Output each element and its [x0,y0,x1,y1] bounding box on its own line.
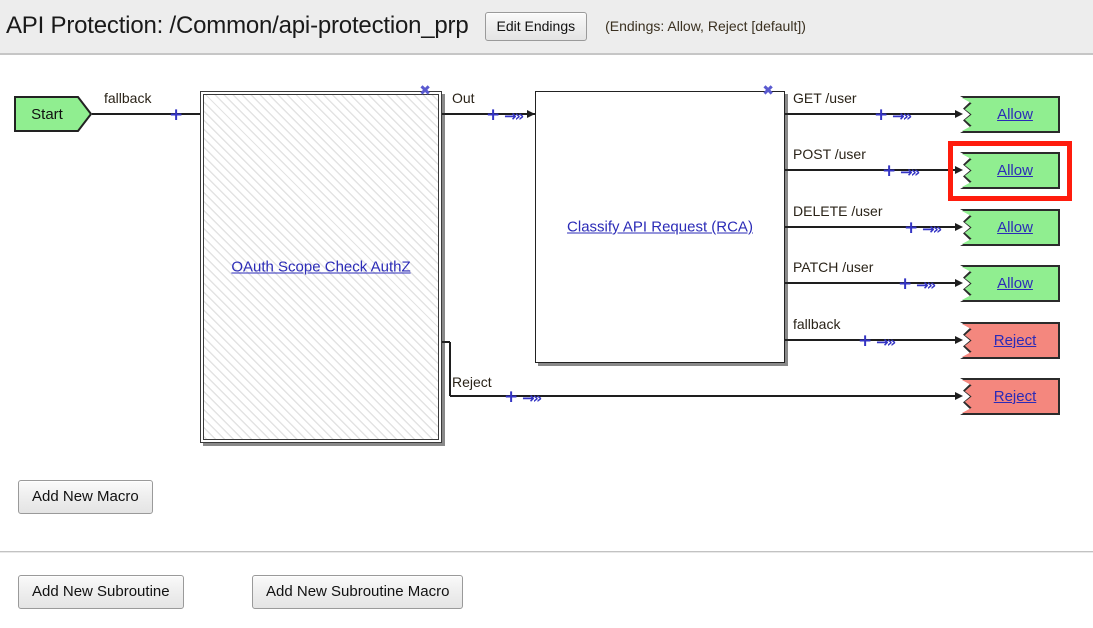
close-icon[interactable]: ✖ [762,84,774,98]
rule-label[interactable]: Classify API Request (RCA) [536,219,784,236]
section-divider [0,551,1093,553]
insert-branch-icon[interactable]: →» [876,335,896,350]
header-row: API Protection: /Common/api-protection_p… [0,0,1093,52]
wire-label-delete-user: DELETE /user [793,203,883,219]
start-node-label: Start [31,105,63,123]
add-node-icon[interactable]: + [904,220,918,237]
endings-summary-text: (Endings: Allow, Reject [default]) [605,18,806,34]
page-header: API Protection: /Common/api-protection_p… [0,0,1093,55]
rule-classify-api-request[interactable]: ✖ Classify API Request (RCA) [535,84,785,363]
ending-node-reject-fallback[interactable]: Reject [960,322,1063,362]
add-node-icon[interactable]: + [486,107,500,124]
ending-label[interactable]: Allow [960,265,1060,302]
wire-label-macro-reject: Reject [452,374,492,390]
policy-canvas: Start fallback + ✖ OAuth Scope Check Aut… [0,55,1093,460]
ending-node-allow-patch[interactable]: Allow [960,265,1063,305]
ending-node-allow-delete[interactable]: Allow [960,209,1063,249]
wire-label-macro-out: Out [452,90,475,106]
ending-node-allow-get[interactable]: Allow [960,96,1063,136]
wire-label-post-user: POST /user [793,146,866,162]
close-icon[interactable]: ✖ [419,84,431,98]
insert-branch-icon[interactable]: →» [900,165,920,180]
subroutine-actions-row: Add New Subroutine Add New Subroutine Ma… [0,558,1093,628]
macro-actions-row: Add New Macro [0,462,1093,532]
add-node-icon[interactable]: + [874,107,888,124]
wire-label-rule-fallback: fallback [793,316,841,332]
ending-label[interactable]: Reject [960,322,1060,359]
start-node[interactable]: Start [14,96,92,132]
ending-label[interactable]: Allow [960,96,1060,133]
ending-label[interactable]: Allow [960,209,1060,246]
ending-label[interactable]: Allow [960,152,1060,189]
add-new-macro-button[interactable]: Add New Macro [18,480,153,514]
add-new-subroutine-macro-button[interactable]: Add New Subroutine Macro [252,575,464,609]
insert-branch-icon[interactable]: →» [892,109,912,124]
add-node-icon[interactable]: + [858,333,872,350]
macro-oauth-scope-check[interactable]: ✖ OAuth Scope Check AuthZ [200,84,442,443]
ending-label[interactable]: Reject [960,378,1060,415]
insert-branch-icon[interactable]: →» [522,391,542,406]
insert-branch-icon[interactable]: →» [922,222,942,237]
macro-label[interactable]: OAuth Scope Check AuthZ [201,259,441,276]
wire-label-get-user: GET /user [793,90,857,106]
page-title: API Protection: /Common/api-protection_p… [6,12,469,39]
add-new-subroutine-button[interactable]: Add New Subroutine [18,575,184,609]
edit-endings-button[interactable]: Edit Endings [484,11,588,41]
wire-label-patch-user: PATCH /user [793,259,874,275]
insert-branch-icon[interactable]: →» [504,109,524,124]
ending-node-allow-post[interactable]: Allow [960,152,1063,192]
add-node-icon[interactable]: + [882,163,896,180]
ending-node-reject-macro[interactable]: Reject [960,378,1063,418]
wire-label-start-fallback: fallback [104,90,152,106]
insert-branch-icon[interactable]: →» [916,278,936,293]
add-node-icon[interactable]: + [504,389,518,406]
add-node-icon[interactable]: + [169,107,183,124]
add-node-icon[interactable]: + [898,276,912,293]
